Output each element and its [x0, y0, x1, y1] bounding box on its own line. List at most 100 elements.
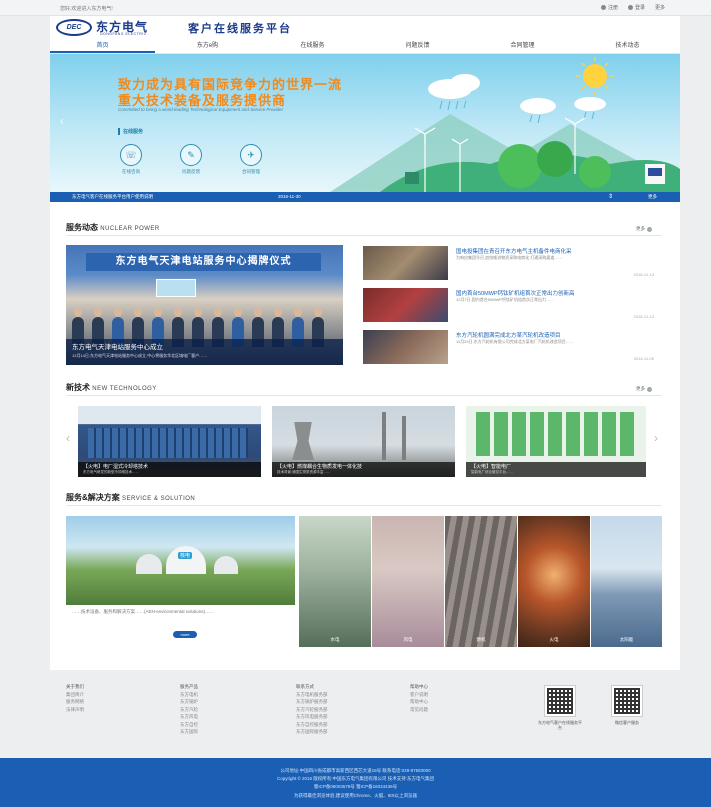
service-online-consult[interactable]: ☏ 在线咨询: [116, 144, 146, 175]
section-title-cn: 服务动态: [66, 223, 98, 232]
news-more-link[interactable]: 更多: [636, 226, 652, 232]
platform-title: 客户在线服务平台: [188, 23, 292, 35]
news-desc: 11月29日,东方汽轮机有限公司完成北方某电厂汽轮机改造项目……: [456, 339, 574, 344]
footer-link[interactable]: 东方锅炉: [180, 698, 260, 706]
news-title[interactable]: 国内首台50MWP钙钛矿机组首次正常出力创新高: [456, 289, 654, 297]
service-contract[interactable]: ✈ 合同管理: [236, 144, 266, 175]
solution-description: ……技术设备、服务和解决方案……(AEN-environmental solut…: [66, 605, 295, 647]
ticker-scroll-icon[interactable]: ⇕: [608, 193, 613, 200]
register-link[interactable]: 注册: [600, 4, 618, 11]
footer-col-header: 帮助中心: [410, 684, 428, 689]
solution-more-button[interactable]: more: [173, 631, 197, 638]
top-bar: 您好,欢迎进入东方电气! 注册 登录 更多: [0, 0, 711, 16]
footer-col-contact: 联系方式 东方电机服务部 东方锅炉服务部 东方汽轮服务部 东方风电服务部 东方自…: [296, 683, 376, 736]
footer-link[interactable]: 客户说明: [410, 691, 490, 699]
footer-link[interactable]: 东方锅炉服务部: [296, 698, 376, 706]
nav-tech-news[interactable]: 技术动态: [575, 40, 680, 53]
news-desc: 12月7日,国内首台50MWP钙钛矿机组首次正常出力……: [456, 297, 555, 302]
featured-news-desc: 12月14日,东方电气天津电站服务中心成立,中心将服务华北区域电厂客户……: [72, 353, 208, 358]
solution-wind[interactable]: 风电: [372, 516, 444, 647]
headset-icon: ☏: [120, 144, 142, 166]
announcement-link[interactable]: 东方电气客户在线服务平台用户使用说明: [72, 194, 153, 200]
featured-news-board: 东方电气天津电站服务中心揭牌仪式: [86, 253, 321, 271]
hero-banner: ‹ 致力成为具有国际竞争力的世界一流 重大技术装备及服务提供商 Committe…: [50, 54, 680, 192]
footer-link[interactable]: 东方自控: [180, 721, 260, 729]
cooling-tower-image: [88, 428, 248, 458]
tech-card[interactable]: 【火电】智能电厂 智能电厂综合管控平台……: [466, 406, 646, 477]
news-date: 2016-12-13: [633, 314, 654, 319]
news-title[interactable]: 东方汽轮机圆满完成北方某汽轮机改造项目: [456, 331, 654, 339]
footer-link[interactable]: 东方风电: [180, 713, 260, 721]
solution-gas-turbine[interactable]: 燃机: [445, 516, 517, 647]
service-label: 合同管理: [242, 169, 260, 174]
contract-icon: ✈: [240, 144, 262, 166]
news-title[interactable]: 国电投集团在青召开东方电气主机备件电商化采: [456, 247, 654, 255]
tech-card[interactable]: 【火电】燃煤耦合生物质发电一体化技 技术背景:我国生物质资源丰富……: [272, 406, 455, 477]
nav-eshop[interactable]: 东方e购: [155, 40, 260, 53]
solution-main-label: 核电: [178, 552, 193, 559]
footer-link[interactable]: 东方风电服务部: [296, 713, 376, 721]
featured-news-title: 东方电气天津电站服务中心成立: [72, 344, 163, 351]
solution-strip-label: 太阳能: [619, 637, 634, 642]
nav-contract[interactable]: 合同管理: [470, 40, 575, 53]
footer-link[interactable]: 东方汽轮: [180, 706, 260, 714]
login-link[interactable]: 登录: [627, 4, 645, 11]
news-thumbnail: [363, 330, 448, 364]
more-label: 更多: [636, 386, 645, 391]
nav-home[interactable]: 首页: [50, 40, 155, 53]
footer-link[interactable]: 东方电机: [180, 691, 260, 699]
featured-news-plaque: [156, 279, 196, 297]
browser-note: 为获得最佳浏览体验,建议使用Chrome、火狐、IE9以上浏览器: [293, 793, 417, 798]
banner-prev-arrow[interactable]: ‹: [60, 114, 64, 128]
qr-caption: 微信客户服务: [615, 720, 639, 725]
main-nav: 首页 东方e购 在线服务 问题反馈 合同管理 技术动态: [50, 40, 680, 54]
ticker-more-link[interactable]: 更多: [648, 194, 657, 200]
tech-card-caption: 【火电】燃煤耦合生物质发电一体化技 技术背景:我国生物质资源丰富……: [272, 462, 455, 477]
tech-card[interactable]: 【火电】电厂湿式冷却塔技术 东方电气研发的新型冷却塔技术……: [78, 406, 261, 477]
more-icon: [647, 226, 652, 232]
news-list-item[interactable]: 国电投集团在青召开东方电气主机备件电商化采 为响应集团号召,加快推进物资采购电商…: [363, 246, 663, 282]
solution-thermal[interactable]: 火电: [518, 516, 590, 647]
solution-hydro[interactable]: 水电: [299, 516, 371, 647]
footer-link[interactable]: 常见问题: [410, 706, 490, 714]
news-section-title: 服务动态 NUCLEAR POWER: [66, 222, 662, 236]
tech-card-caption: 【火电】电厂湿式冷却塔技术 东方电气研发的新型冷却塔技术……: [78, 462, 261, 477]
tech-more-link[interactable]: 更多: [636, 386, 652, 392]
tech-card-title: 【火电】智能电厂: [471, 464, 512, 470]
more-link[interactable]: 更多: [655, 4, 665, 11]
footer-link[interactable]: 东方自控服务部: [296, 721, 376, 729]
tech-card-title: 【火电】电厂湿式冷却塔技术: [83, 464, 149, 470]
news-list-item[interactable]: 国内首台50MWP钙钛矿机组首次正常出力创新高 12月7日,国内首台50MWP钙…: [363, 288, 663, 324]
copyright-line: Copyright © 2016 版权所有:中国东方电气集团有限公司 技术支持:…: [276, 776, 435, 781]
footer-link[interactable]: 东方汽轮服务部: [296, 706, 376, 714]
solution-strip-label: 风电: [403, 637, 413, 642]
solution-nuclear-image[interactable]: 核电: [66, 516, 295, 605]
featured-news[interactable]: 东方电气天津电站服务中心揭牌仪式 东方电气天津电站服务中心成立 12月14日,东…: [66, 245, 343, 365]
solution-section-title: 服务&解决方案 SERVICE & SOLUTION: [66, 492, 662, 506]
tech-prev-arrow[interactable]: ‹: [66, 431, 70, 445]
tech-next-arrow[interactable]: ›: [654, 431, 658, 445]
section-title-en: SERVICE & SOLUTION: [122, 496, 196, 502]
dec-logo[interactable]: DEC: [56, 19, 92, 36]
nav-online-service[interactable]: 在线服务: [260, 40, 365, 53]
tech-card-desc: 智能电厂综合管控平台……: [471, 470, 513, 474]
nav-feedback[interactable]: 问题反馈: [365, 40, 470, 53]
footer-link[interactable]: 东方国际服务部: [296, 728, 376, 736]
section-title-cn: 新技术: [66, 383, 90, 392]
tech-section-title: 新技术 NEW TECHNOLOGY: [66, 382, 662, 396]
footer-link[interactable]: 东方电机服务部: [296, 691, 376, 699]
solution-strip-label: 水电: [330, 637, 340, 642]
solution-solar[interactable]: 太阳能: [591, 516, 662, 647]
top-links: 注册 登录 更多: [600, 4, 665, 11]
news-desc: 为响应集团号召,加快推进物资采购电商化,打通采购渠道……: [456, 255, 563, 260]
service-feedback[interactable]: ✎ 问题反馈: [176, 144, 206, 175]
online-service-title: 在线服务: [118, 128, 143, 135]
footer-link[interactable]: 东方国际: [180, 728, 260, 736]
footer-link[interactable]: 帮助中心: [410, 698, 490, 706]
footer-link[interactable]: 法律声明: [66, 706, 146, 714]
login-icon: [627, 5, 633, 10]
news-list-item[interactable]: 东方汽轮机圆满完成北方某汽轮机改造项目 11月29日,东方汽轮机有限公司完成北方…: [363, 330, 663, 366]
footer-link[interactable]: 服务网络: [66, 698, 146, 706]
footer-link[interactable]: 集团简介: [66, 691, 146, 699]
user-icon: [600, 5, 606, 10]
